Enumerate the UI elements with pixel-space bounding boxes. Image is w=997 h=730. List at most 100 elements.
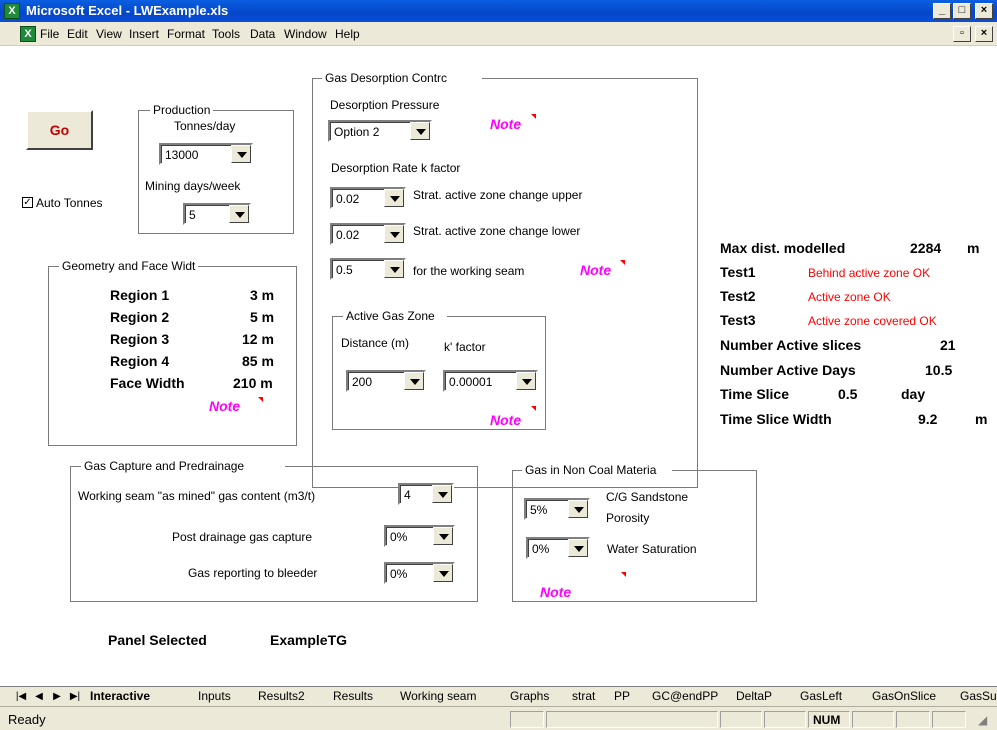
chevron-down-icon[interactable] xyxy=(384,225,404,243)
comment-indicator-icon xyxy=(258,397,263,402)
chevron-down-icon[interactable] xyxy=(229,205,249,223)
noncoal-note[interactable]: Note xyxy=(540,584,571,600)
chevron-down-icon[interactable] xyxy=(384,260,404,278)
menu-insert[interactable]: Insert xyxy=(129,27,159,41)
active-days-label: Number Active Days xyxy=(720,362,856,378)
resize-grip-icon[interactable]: ◢ xyxy=(978,713,987,727)
maximize-button[interactable]: □ xyxy=(953,3,971,19)
seam-gas-select[interactable]: 4 xyxy=(398,483,454,505)
workbook-icon[interactable]: X xyxy=(20,26,36,42)
mining-days-label: Mining days/week xyxy=(145,179,241,193)
chevron-down-icon[interactable] xyxy=(568,500,588,518)
capture-title: Gas Capture and Predrainage xyxy=(81,459,285,473)
max-dist-label: Max dist. modelled xyxy=(720,240,846,256)
close-button[interactable]: × xyxy=(975,3,993,19)
workbook-restore-button[interactable]: ▫ xyxy=(953,26,971,42)
distance-select[interactable]: 200 xyxy=(346,370,426,392)
rate-upper-select[interactable]: 0.02 xyxy=(330,187,406,209)
active-zone-note[interactable]: Note xyxy=(490,412,521,428)
desorption-rate-label: Desorption Rate k factor xyxy=(331,161,461,175)
tab-pp[interactable]: PP xyxy=(614,689,630,703)
menu-help[interactable]: Help xyxy=(335,27,360,41)
prev-sheet-icon[interactable]: ◀ xyxy=(32,690,46,704)
porosity-label-1: C/G Sandstone xyxy=(606,490,689,504)
status-bar: Ready NUM ◢ xyxy=(0,706,997,730)
go-button[interactable]: Go xyxy=(26,110,93,150)
chevron-down-icon[interactable] xyxy=(410,122,430,140)
status-num: NUM xyxy=(808,711,850,728)
chevron-down-icon[interactable] xyxy=(231,145,251,163)
bleeder-select[interactable]: 0% xyxy=(384,562,455,584)
menu-file[interactable]: File xyxy=(40,27,59,41)
noncoal-title: Gas in Non Coal Materia xyxy=(522,463,672,477)
porosity-label-2: Porosity xyxy=(606,511,650,525)
tab-gc-endpp[interactable]: GC@endPP xyxy=(652,689,718,703)
workbook-close-button[interactable]: × xyxy=(975,26,993,42)
menu-tools[interactable]: Tools xyxy=(212,27,240,41)
porosity-select[interactable]: 5% xyxy=(524,498,590,520)
chevron-down-icon[interactable] xyxy=(433,564,453,582)
production-title: Production xyxy=(150,103,214,117)
tonnes-label: Tonnes/day xyxy=(174,119,236,133)
chevron-down-icon[interactable] xyxy=(432,485,452,503)
menu-view[interactable]: View xyxy=(96,27,122,41)
tab-results[interactable]: Results xyxy=(333,689,373,703)
tab-gassu[interactable]: GasSu xyxy=(960,689,997,703)
status-cell xyxy=(852,711,894,728)
next-sheet-icon[interactable]: ▶ xyxy=(50,690,64,704)
time-slice-label: Time Slice xyxy=(720,386,790,402)
minimize-button[interactable]: _ xyxy=(933,3,951,19)
chevron-down-icon[interactable] xyxy=(433,527,453,545)
comment-indicator-icon xyxy=(621,572,626,577)
comment-indicator-icon xyxy=(620,260,625,265)
face-width-value: 210 m xyxy=(233,375,273,391)
rate-seam-select[interactable]: 0.5 xyxy=(330,258,406,280)
tab-interactive[interactable]: Interactive xyxy=(90,689,150,703)
test3-label: Test3 xyxy=(720,312,756,328)
post-drainage-select[interactable]: 0% xyxy=(384,525,455,547)
tab-graphs[interactable]: Graphs xyxy=(510,689,549,703)
status-cell xyxy=(546,711,718,728)
face-width-label: Face Width xyxy=(110,375,185,391)
time-slice-width-unit: m xyxy=(975,411,988,427)
last-sheet-icon[interactable]: ▶| xyxy=(68,690,82,704)
chevron-down-icon[interactable] xyxy=(568,539,588,557)
status-cell xyxy=(932,711,966,728)
sheet-tab-bar: |◀ ◀ ▶ ▶| Interactive Inputs Results2 Re… xyxy=(0,686,997,706)
tab-strat[interactable]: strat xyxy=(572,689,595,703)
rate-lower-select[interactable]: 0.02 xyxy=(330,223,406,245)
menu-window[interactable]: Window xyxy=(284,27,327,41)
max-dist-value: 2284 xyxy=(910,240,942,256)
tab-gasonslice[interactable]: GasOnSlice xyxy=(872,689,936,703)
desorption-pressure-label: Desorption Pressure xyxy=(330,98,440,112)
title-bar: X Microsoft Excel - LWExample.xls _ □ × xyxy=(0,0,997,22)
menu-data[interactable]: Data xyxy=(250,27,275,41)
auto-tonnes-checkbox[interactable]: ✓ xyxy=(22,197,33,208)
rate-lower-label: Strat. active zone change lower xyxy=(413,224,581,238)
tab-results2[interactable]: Results2 xyxy=(258,689,305,703)
mining-days-select[interactable]: 5 xyxy=(183,203,251,225)
desorption-title: Gas Desorption Contrc xyxy=(322,71,482,85)
first-sheet-icon[interactable]: |◀ xyxy=(14,690,28,704)
tab-deltap[interactable]: DeltaP xyxy=(736,689,772,703)
tab-inputs[interactable]: Inputs xyxy=(198,689,231,703)
rate-note[interactable]: Note xyxy=(580,262,611,278)
tab-gasleft[interactable]: GasLeft xyxy=(800,689,842,703)
region-3-label: Region 3 xyxy=(110,331,170,347)
chevron-down-icon[interactable] xyxy=(516,372,536,390)
chevron-down-icon[interactable] xyxy=(384,189,404,207)
region-2-label: Region 2 xyxy=(110,309,170,325)
desorption-pressure-select[interactable]: Option 2 xyxy=(328,120,432,142)
tonnes-select[interactable]: 13000 xyxy=(159,143,253,165)
water-saturation-select[interactable]: 0% xyxy=(526,537,590,559)
menu-format[interactable]: Format xyxy=(167,27,205,41)
tab-working-seam[interactable]: Working seam xyxy=(400,689,476,703)
pressure-note[interactable]: Note xyxy=(490,116,521,132)
geometry-note[interactable]: Note xyxy=(209,398,240,414)
chevron-down-icon[interactable] xyxy=(404,372,424,390)
test1-label: Test1 xyxy=(720,264,756,280)
menu-edit[interactable]: Edit xyxy=(67,27,88,41)
active-slices-label: Number Active slices xyxy=(720,337,862,353)
k-factor-select[interactable]: 0.00001 xyxy=(443,370,538,392)
excel-icon[interactable]: X xyxy=(4,3,20,19)
